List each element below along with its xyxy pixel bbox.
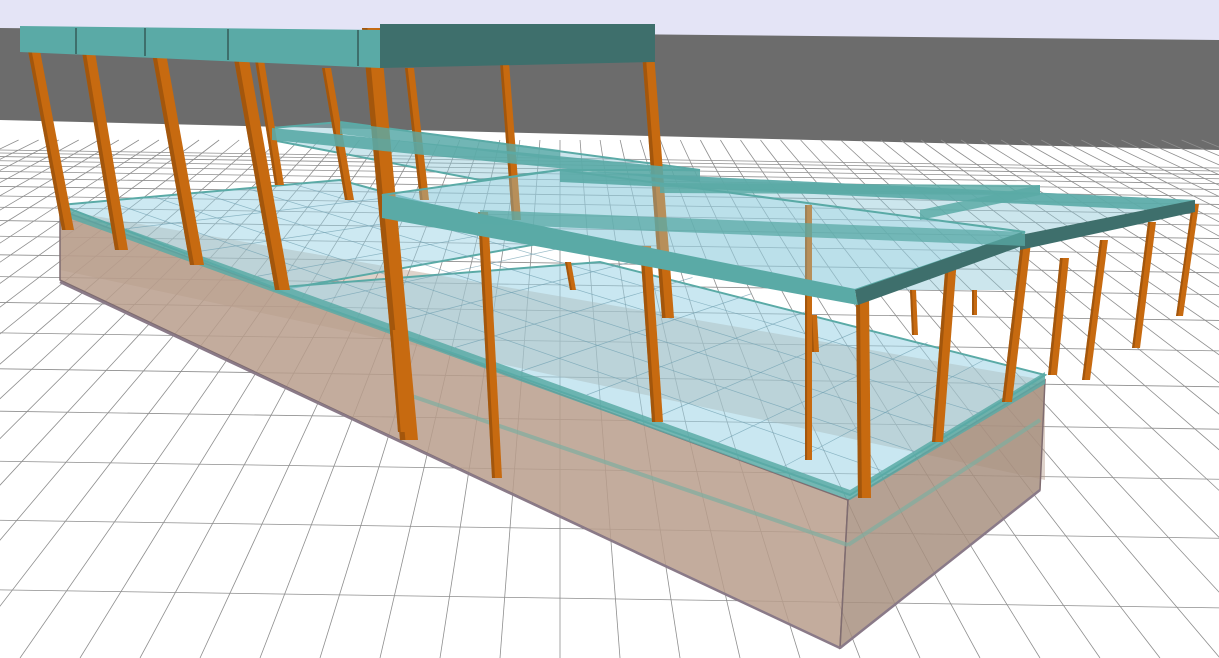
beam-upper-mid xyxy=(660,183,1040,195)
3d-model-viewport[interactable] xyxy=(0,0,1219,658)
column-shade xyxy=(972,290,974,315)
scene-canvas[interactable] xyxy=(0,0,1219,658)
roof-beam-back xyxy=(380,24,655,68)
